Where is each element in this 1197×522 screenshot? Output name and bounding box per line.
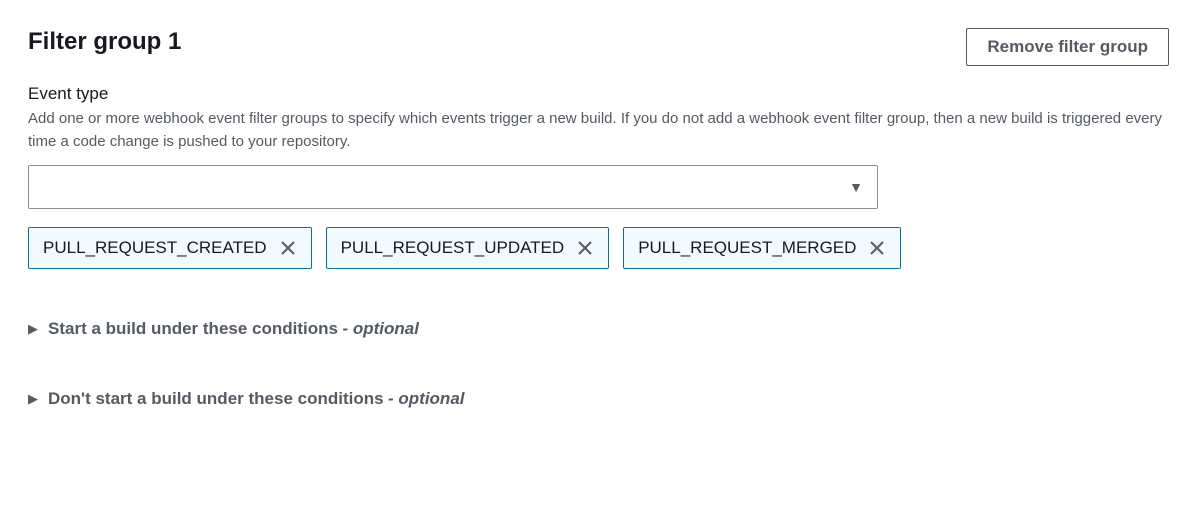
event-type-tags: PULL_REQUEST_CREATED PULL_REQUEST_UPDATE…: [28, 227, 1169, 269]
tag-label: PULL_REQUEST_UPDATED: [341, 238, 565, 258]
start-build-label: Start a build under these conditions: [48, 319, 338, 338]
dont-start-build-section-toggle[interactable]: ▶ Don't start a build under these condit…: [28, 389, 1169, 409]
optional-label: - optional: [388, 389, 464, 408]
tag-label: PULL_REQUEST_MERGED: [638, 238, 856, 258]
tag-pull-request-created: PULL_REQUEST_CREATED: [28, 227, 312, 269]
tag-pull-request-merged: PULL_REQUEST_MERGED: [623, 227, 901, 269]
close-icon[interactable]: [868, 239, 886, 257]
tag-label: PULL_REQUEST_CREATED: [43, 238, 267, 258]
event-type-dropdown[interactable]: ▼: [28, 165, 878, 209]
start-build-section-toggle[interactable]: ▶ Start a build under these conditions -…: [28, 319, 1169, 339]
caret-right-icon: ▶: [28, 391, 38, 407]
optional-label: - optional: [342, 319, 418, 338]
tag-pull-request-updated: PULL_REQUEST_UPDATED: [326, 227, 610, 269]
close-icon[interactable]: [576, 239, 594, 257]
caret-down-icon: ▼: [849, 179, 863, 195]
close-icon[interactable]: [279, 239, 297, 257]
event-type-label: Event type: [28, 84, 1169, 104]
caret-right-icon: ▶: [28, 321, 38, 337]
filter-group-title: Filter group 1: [28, 28, 181, 56]
event-type-description: Add one or more webhook event filter gro…: [28, 108, 1168, 153]
remove-filter-group-button[interactable]: Remove filter group: [966, 28, 1169, 66]
dont-start-build-label: Don't start a build under these conditio…: [48, 389, 384, 408]
